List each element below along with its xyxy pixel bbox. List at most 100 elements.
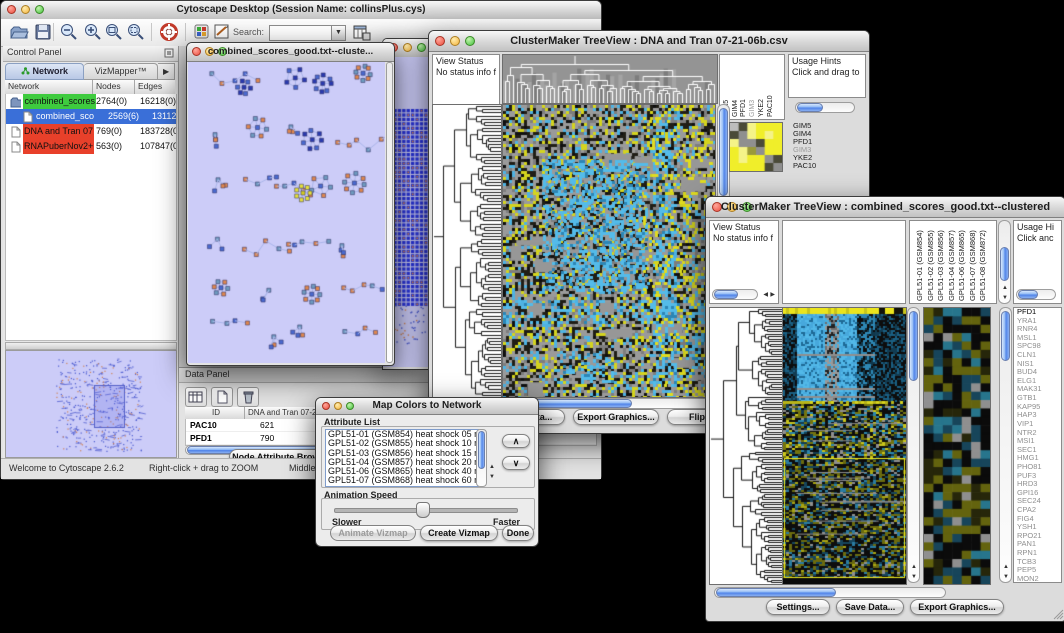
zoom-in-icon[interactable]: [83, 22, 103, 42]
animate-vizmap-button[interactable]: Animate Vizmap: [330, 525, 416, 541]
search-dropdown-button[interactable]: ▼: [331, 25, 346, 41]
create-vizmap-button[interactable]: Create Vizmap: [420, 525, 498, 541]
cytoscape-titlebar[interactable]: Cytoscape Desktop (Session Name: collins…: [1, 1, 601, 20]
network-graph-canvas[interactable]: [188, 62, 385, 363]
usage-hints-scroll[interactable]: [1016, 289, 1056, 300]
new-attribute-icon[interactable]: [211, 387, 233, 407]
zoom-heatmap[interactable]: [923, 307, 991, 585]
attribute-list-item[interactable]: GPL51-07 (GSM868) heat shock 60 min: [328, 476, 478, 485]
control-panel-title: Control Panel: [7, 47, 62, 57]
column-label[interactable]: GIM3: [749, 100, 756, 117]
gene-label[interactable]: MON2: [1014, 575, 1061, 583]
scroll-down-icon[interactable]: ▼: [1003, 574, 1009, 580]
resize-grip-icon[interactable]: [1052, 608, 1064, 620]
scroll-right-icon[interactable]: ▶: [770, 292, 775, 298]
scroll-up-icon[interactable]: ▲: [489, 464, 495, 470]
scroll-down-icon[interactable]: ▼: [489, 474, 495, 480]
row-dendrogram[interactable]: [432, 104, 502, 398]
vizmap-squares-icon[interactable]: [193, 22, 210, 42]
annotation-icon[interactable]: [213, 22, 231, 42]
column-dendrogram[interactable]: [502, 54, 718, 104]
column-dendrogram-area[interactable]: [782, 220, 906, 304]
treeview-combined-titlebar[interactable]: ClusterMaker TreeView : combined_scores_…: [706, 197, 1064, 218]
birdseye-overview[interactable]: [5, 350, 177, 458]
minimize-button[interactable]: [403, 43, 412, 52]
zoom-row-labels: GIM5GIM4PFD1GIM3YKE2PAC10: [793, 122, 827, 172]
view-status-scroll[interactable]: [712, 289, 758, 300]
column-label[interactable]: GIM4: [732, 100, 739, 117]
scroll-down-icon[interactable]: ▼: [1002, 295, 1008, 301]
scroll-left-icon[interactable]: ◀: [763, 292, 768, 298]
settings-button[interactable]: Settings...: [766, 599, 830, 615]
zoom-fit-icon[interactable]: [104, 22, 124, 42]
column-label[interactable]: GPL51-01 (GSM854): [915, 230, 924, 301]
col-nodes[interactable]: Nodes: [93, 80, 135, 94]
treeview-dna-titlebar[interactable]: ClusterMaker TreeView : DNA and Tran 07-…: [429, 31, 869, 52]
zoom-out-icon[interactable]: [59, 22, 79, 42]
column-label[interactable]: GPL51-08 (GSM872): [978, 230, 987, 301]
save-data-button[interactable]: Save Data...: [836, 599, 904, 615]
col-edges[interactable]: Edges: [135, 80, 175, 94]
usage-hints-scroll[interactable]: [795, 102, 855, 113]
panel-splitter[interactable]: [5, 342, 177, 350]
column-label[interactable]: GPL51-03 (GSM856): [936, 230, 945, 301]
view-status-text: No status info f: [433, 66, 499, 77]
treeview-combined-window: ClusterMaker TreeView : combined_scores_…: [705, 196, 1064, 622]
network-row[interactable]: DNA and Tran 07769(0)183728(0): [6, 124, 176, 139]
column-labels-vscroll[interactable]: ▲ ▼: [998, 220, 1011, 304]
column-label[interactable]: GPL51-04 (GSM857): [947, 230, 956, 301]
tab-vizmapper[interactable]: VizMapper™: [84, 63, 158, 80]
export-graphics-button[interactable]: Export Graphics...: [910, 599, 1004, 615]
map-colors-titlebar[interactable]: Map Colors to Network: [316, 398, 538, 415]
scroll-up-icon[interactable]: ▲: [1002, 285, 1008, 291]
export-graphics-button[interactable]: Export Graphics...: [573, 409, 659, 425]
usage-hints-panel: Usage Hi Click anc: [1013, 220, 1062, 304]
gene-label[interactable]: PAC10: [793, 162, 827, 170]
usage-hints-title: Usage Hi: [1014, 221, 1061, 232]
column-label[interactable]: PFD1: [740, 99, 747, 117]
save-session-icon[interactable]: [33, 22, 53, 42]
column-label[interactable]: GPL51-06 (GSM865): [957, 230, 966, 301]
row-dendrogram[interactable]: [709, 307, 783, 585]
heatmap-hscroll[interactable]: [714, 587, 946, 598]
network-row[interactable]: RNAPuberNov2+563(0)107847(0): [6, 139, 176, 154]
table-import-icon[interactable]: [351, 22, 371, 42]
global-heatmap[interactable]: [502, 104, 716, 398]
speed-slider-thumb[interactable]: [416, 502, 430, 518]
column-label[interactable]: PAC10: [767, 95, 774, 117]
network-vscroll[interactable]: [386, 62, 393, 363]
attribute-list[interactable]: GPL51-01 (GSM854) heat shock 05 minGPL51…: [325, 429, 479, 487]
float-panel-icon[interactable]: [164, 48, 174, 60]
col-network[interactable]: Network: [5, 80, 93, 94]
move-up-button[interactable]: ∧: [502, 434, 530, 448]
open-session-icon[interactable]: [9, 22, 29, 42]
gene-list-vscroll[interactable]: ▲ ▼: [999, 307, 1012, 583]
global-heatmap[interactable]: [782, 307, 907, 585]
select-attributes-icon[interactable]: [185, 387, 207, 407]
zoom-heatmap[interactable]: [729, 122, 783, 172]
network-view-titlebar[interactable]: combined_scores_good.txt--cluste...: [187, 43, 394, 62]
view-status-title: View Status: [710, 221, 778, 232]
scroll-up-icon[interactable]: ▲: [911, 564, 917, 570]
scroll-up-icon[interactable]: ▲: [1003, 564, 1009, 570]
attribute-list-vscroll[interactable]: [476, 429, 487, 487]
search-input[interactable]: [269, 25, 333, 41]
column-label[interactable]: YKE2: [758, 99, 765, 117]
network-row[interactable]: combined_sco2569(6)13112(15): [6, 109, 176, 124]
column-label[interactable]: GPL51-07 (GSM868): [968, 230, 977, 301]
move-down-button[interactable]: ∨: [502, 456, 530, 470]
id-column-header[interactable]: ID: [185, 407, 245, 419]
network-row[interactable]: combined_scores2764(0)16218(0): [6, 94, 176, 109]
column-label[interactable]: GPL51-02 (GSM855): [926, 230, 935, 301]
delete-attribute-icon[interactable]: [237, 387, 259, 407]
zoom-button[interactable]: [417, 43, 426, 52]
zoom-selected-icon[interactable]: [126, 22, 146, 42]
done-button[interactable]: Done: [502, 525, 534, 541]
tab-network[interactable]: Network: [5, 63, 84, 80]
help-lifering-icon[interactable]: [159, 22, 179, 42]
search-label: Search:: [233, 27, 264, 37]
heatmap-vscroll[interactable]: ▲ ▼: [907, 307, 920, 583]
tab-overflow-button[interactable]: ▶: [158, 63, 175, 80]
usage-hints-text: Click anc: [1014, 232, 1061, 243]
scroll-down-icon[interactable]: ▼: [911, 574, 917, 580]
